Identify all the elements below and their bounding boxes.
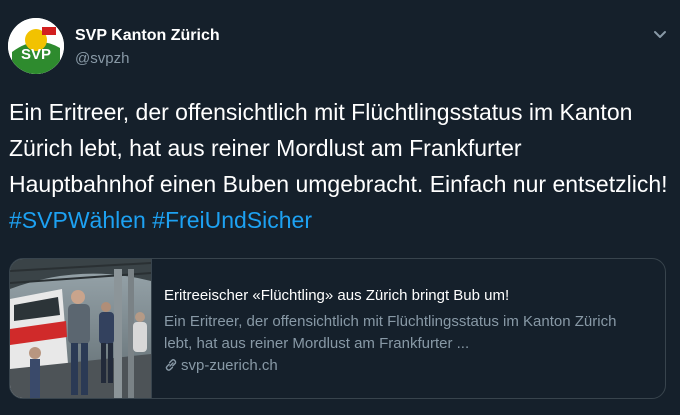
hashtag-svpwaehlen[interactable]: #SVPWählen: [9, 207, 146, 233]
svg-text:SVP: SVP: [21, 46, 51, 63]
card-thumbnail-image: [10, 259, 152, 398]
link-card[interactable]: Eritreeischer «Flüchtling» aus Zürich br…: [9, 258, 666, 399]
card-description: Ein Eritreer, der offensichtlich mit Flü…: [164, 313, 617, 352]
tweet-text: Ein Eritreer, der offensichtlich mit Flü…: [9, 94, 669, 238]
svp-logo: SVP: [8, 18, 64, 74]
card-title[interactable]: Eritreeischer «Flüchtling» aus Zürich br…: [164, 287, 509, 304]
card-domain-text: svp-zuerich.ch: [181, 357, 278, 374]
hashtag-freiundsicher[interactable]: #FreiUndSicher: [152, 207, 312, 233]
author-name[interactable]: SVP Kanton Zürich: [75, 27, 220, 45]
author-handle[interactable]: @svpzh: [75, 50, 129, 67]
card-domain[interactable]: svp-zuerich.ch: [164, 357, 278, 374]
tweet-text-plain: Ein Eritreer, der offensichtlich mit Flü…: [9, 99, 668, 197]
avatar[interactable]: SVP: [8, 18, 64, 74]
tweet: SVP SVP Kanton Zürich @svpzh Ein Eritree…: [0, 0, 680, 415]
chevron-down-icon[interactable]: [650, 24, 670, 44]
link-icon: [165, 359, 177, 371]
